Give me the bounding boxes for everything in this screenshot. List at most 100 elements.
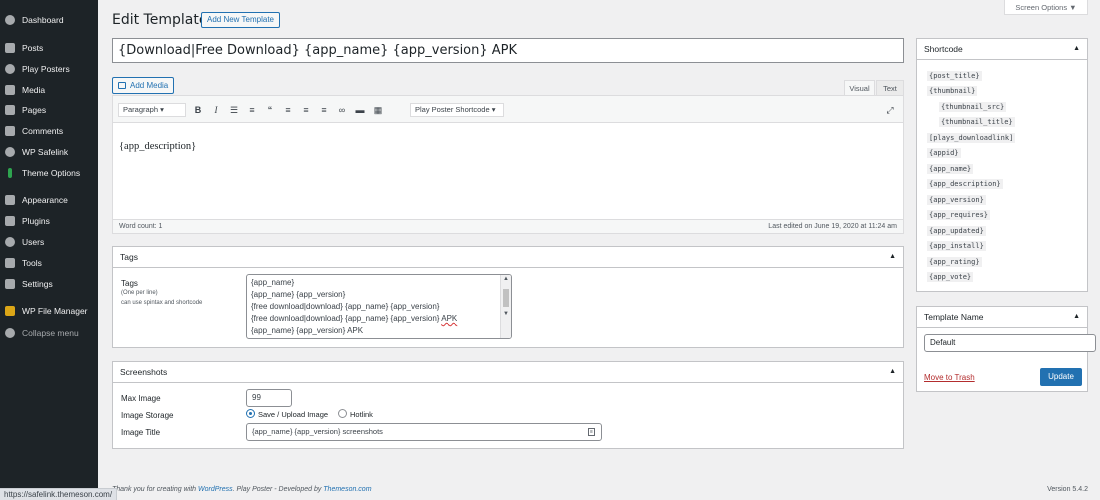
admin-sidebar: Dashboard Posts Play Posters Media Pages… bbox=[0, 0, 98, 500]
pin-icon bbox=[5, 43, 15, 53]
radio-save-upload-label: Save / Upload Image bbox=[258, 410, 329, 419]
folder-icon bbox=[5, 306, 15, 316]
sidebar-item-play-posters[interactable]: Play Posters bbox=[0, 59, 98, 79]
shortcode-item[interactable]: {thumbnail_title} bbox=[939, 117, 1015, 127]
collapse-toggle-icon[interactable]: ▲ bbox=[1073, 39, 1080, 59]
collapse-menu-button[interactable]: Collapse menu bbox=[0, 323, 98, 343]
tag-line: {app_name} {app_version} APK bbox=[251, 326, 364, 335]
tag-line: {app_name} bbox=[251, 278, 295, 287]
collapse-toggle-icon[interactable]: ▲ bbox=[889, 362, 896, 382]
sidebar-item-appearance[interactable]: Appearance bbox=[0, 190, 98, 210]
scroll-up-icon[interactable]: ▲ bbox=[503, 276, 509, 282]
sidebar-item-tools[interactable]: Tools bbox=[0, 253, 98, 273]
link-icon[interactable]: ∞ bbox=[336, 104, 348, 116]
browser-status-url: https://safelink.themeson.com/ bbox=[0, 488, 118, 500]
sidebar-item-wp-safelink[interactable]: WP Safelink bbox=[0, 142, 98, 162]
shortcode-header[interactable]: Shortcode ▲ bbox=[917, 39, 1087, 60]
shortcode-item[interactable]: {appid} bbox=[927, 148, 961, 158]
theme-options-icon bbox=[8, 168, 12, 178]
template-name-input[interactable]: Default bbox=[924, 334, 1096, 352]
template-name-postbox: Template Name ▲ Default Move to Trash Upd… bbox=[916, 306, 1096, 392]
editor-content[interactable]: {app_description} bbox=[119, 141, 196, 152]
more-tag-icon[interactable]: ▬ bbox=[354, 104, 366, 116]
radio-save-upload[interactable] bbox=[246, 409, 255, 418]
field-menu-icon[interactable]: ≡ bbox=[588, 428, 595, 436]
template-name-header[interactable]: Template Name ▲ bbox=[917, 307, 1087, 328]
align-center-icon[interactable]: ≡ bbox=[300, 104, 312, 116]
sidebar-item-users[interactable]: Users bbox=[0, 232, 98, 252]
image-storage-label: Image Storage bbox=[121, 411, 174, 420]
tab-text[interactable]: Text bbox=[876, 80, 904, 95]
blockquote-icon[interactable]: “ bbox=[264, 104, 276, 116]
editor-status-bar: Word count: 1 Last edited on June 19, 20… bbox=[113, 219, 903, 233]
gears-icon bbox=[5, 64, 15, 74]
numbered-list-icon[interactable]: ≡ bbox=[246, 104, 258, 116]
italic-icon[interactable]: I bbox=[210, 104, 222, 116]
collapse-toggle-icon[interactable]: ▲ bbox=[1073, 307, 1080, 327]
textarea-scrollbar[interactable]: ▲ ▼ bbox=[500, 275, 511, 338]
screen-options-button[interactable]: Screen Options ▼ bbox=[1004, 0, 1088, 15]
shortcode-item[interactable]: {app_vote} bbox=[927, 272, 974, 282]
tab-visual[interactable]: Visual bbox=[844, 80, 875, 95]
sidebar-item-media[interactable]: Media bbox=[0, 80, 98, 100]
tags-hint: can use spintax and shortcode bbox=[121, 300, 203, 306]
sidebar-item-pages[interactable]: Pages bbox=[0, 100, 98, 120]
align-left-icon[interactable]: ≡ bbox=[282, 104, 294, 116]
word-count: Word count: 1 bbox=[119, 223, 163, 230]
sidebar-item-wp-file-manager[interactable]: WP File Manager bbox=[0, 301, 98, 321]
wordpress-link[interactable]: WordPress bbox=[198, 486, 233, 493]
max-image-input[interactable]: 99 bbox=[246, 389, 292, 407]
post-title-input[interactable]: {Download|Free Download} {app_name} {app… bbox=[112, 38, 904, 63]
scroll-down-icon[interactable]: ▼ bbox=[503, 311, 509, 317]
format-select[interactable]: Paragraph ▾ bbox=[118, 103, 186, 117]
page-title: Edit Template bbox=[112, 12, 208, 28]
update-button[interactable]: Update bbox=[1040, 368, 1082, 386]
fullscreen-icon[interactable]: ⤢ bbox=[884, 104, 896, 116]
themeson-link[interactable]: Themeson.com bbox=[323, 486, 371, 493]
move-to-trash-link[interactable]: Move to Trash bbox=[924, 373, 975, 382]
shortcode-item[interactable]: {app_install} bbox=[927, 241, 986, 251]
image-title-input[interactable]: {app_name} {app_version} screenshots ≡ bbox=[246, 423, 602, 441]
screenshots-postbox: Screenshots ▲ Max Image 99 Image Storage … bbox=[112, 361, 904, 449]
sidebar-item-dashboard[interactable]: Dashboard bbox=[0, 10, 98, 30]
add-media-button[interactable]: Add Media bbox=[112, 77, 175, 94]
dashboard-icon bbox=[5, 15, 15, 25]
tags-header[interactable]: Tags ▲ bbox=[113, 247, 903, 268]
add-new-template-button[interactable]: Add New Template bbox=[201, 12, 280, 28]
sidebar-item-comments[interactable]: Comments bbox=[0, 121, 98, 141]
align-right-icon[interactable]: ≡ bbox=[318, 104, 330, 116]
sidebar-item-theme-options[interactable]: Theme Options bbox=[0, 163, 98, 183]
shortcode-item[interactable]: {post_title} bbox=[927, 71, 982, 81]
radio-hotlink[interactable] bbox=[338, 409, 347, 418]
gears-icon bbox=[5, 147, 15, 157]
editor-toolbar: Paragraph ▾ B I ☰ ≡ “ ≡ ≡ ≡ ∞ ▬ ▦ Play P… bbox=[113, 96, 903, 123]
pages-icon bbox=[5, 105, 15, 115]
sidebar-item-posts[interactable]: Posts bbox=[0, 38, 98, 58]
shortcode-item[interactable]: {app_updated} bbox=[927, 226, 986, 236]
bullet-list-icon[interactable]: ☰ bbox=[228, 104, 240, 116]
tags-hint: (One per line) bbox=[121, 290, 158, 296]
screenshots-header[interactable]: Screenshots ▲ bbox=[113, 362, 903, 383]
tag-line: {free download|download} {app_name} {app… bbox=[251, 302, 440, 311]
sidebar-item-plugins[interactable]: Plugins bbox=[0, 211, 98, 231]
scrollbar-thumb[interactable] bbox=[503, 289, 509, 307]
tags-textarea[interactable]: {app_name} {app_name} {app_version} {fre… bbox=[246, 274, 512, 339]
settings-icon bbox=[5, 279, 15, 289]
toolbar-toggle-icon[interactable]: ▦ bbox=[372, 104, 384, 116]
shortcode-item[interactable]: {app_requires} bbox=[927, 210, 991, 220]
media-icon bbox=[118, 82, 126, 89]
sidebar-item-settings[interactable]: Settings bbox=[0, 274, 98, 294]
shortcode-item[interactable]: {app_version} bbox=[927, 195, 986, 205]
collapse-toggle-icon[interactable]: ▲ bbox=[889, 247, 896, 267]
shortcode-item[interactable]: {thumbnail_src} bbox=[939, 102, 1007, 112]
shortcode-item[interactable]: {app_rating} bbox=[927, 257, 982, 267]
shortcode-item[interactable]: {app_description} bbox=[927, 179, 1003, 189]
shortcode-item[interactable]: {app_name} bbox=[927, 164, 974, 174]
tag-line: {app_name} {app_version} bbox=[251, 290, 346, 299]
tags-label: Tags bbox=[121, 279, 138, 288]
shortcode-item[interactable]: {thumbnail} bbox=[927, 86, 978, 96]
media-icon bbox=[5, 85, 15, 95]
play-poster-shortcode-select[interactable]: Play Poster Shortcode ▾ bbox=[410, 103, 504, 117]
shortcode-item[interactable]: [plays_downloadlink] bbox=[927, 133, 1016, 143]
bold-icon[interactable]: B bbox=[192, 104, 204, 116]
